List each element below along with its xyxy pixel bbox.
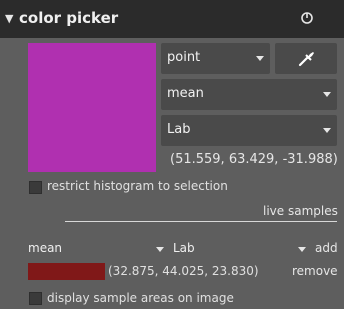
colorspace-dropdown[interactable]: Lab xyxy=(161,115,337,146)
module-title: color picker xyxy=(19,9,119,27)
sample-colorspace-dropdown[interactable]: Lab xyxy=(173,241,195,255)
restrict-histogram-checkbox[interactable] xyxy=(29,181,42,194)
color-readout: (51.559, 63.429, -31.988) xyxy=(170,152,338,167)
eyedropper-button[interactable] xyxy=(275,43,337,74)
add-sample-button[interactable]: add xyxy=(315,241,338,255)
picked-color-swatch xyxy=(28,43,156,172)
display-sample-areas-checkbox[interactable] xyxy=(29,292,42,305)
eyedropper-icon xyxy=(298,52,314,67)
sample-color-swatch[interactable] xyxy=(28,263,105,280)
live-samples-label: live samples xyxy=(263,204,338,218)
statistic-dropdown[interactable]: mean xyxy=(161,79,337,110)
remove-sample-button[interactable]: remove xyxy=(292,264,338,278)
statistic-value: mean xyxy=(167,86,204,101)
restrict-histogram-label: restrict histogram to selection xyxy=(47,179,228,193)
sample-statistic-dropdown[interactable]: mean xyxy=(28,241,62,255)
chevron-down-icon xyxy=(323,92,331,97)
picker-mode-dropdown[interactable]: point xyxy=(161,43,270,74)
display-sample-areas-label: display sample areas on image xyxy=(47,291,234,305)
sample-colorspace-value: Lab xyxy=(173,241,195,255)
live-samples-divider xyxy=(65,221,337,222)
picker-mode-value: point xyxy=(167,50,201,65)
triangle-down-icon[interactable]: ▼ xyxy=(5,12,13,25)
chevron-down-icon xyxy=(323,128,331,133)
sample-statistic-value: mean xyxy=(28,241,63,255)
sample-values: (32.875, 44.025, 23.830) xyxy=(108,264,259,278)
colorspace-value: Lab xyxy=(167,122,191,137)
module-header[interactable]: ▼ color picker xyxy=(0,0,344,38)
chevron-down-icon[interactable] xyxy=(298,247,306,252)
chevron-down-icon xyxy=(256,56,264,61)
chevron-down-icon[interactable] xyxy=(156,247,164,252)
power-icon[interactable] xyxy=(299,10,315,26)
